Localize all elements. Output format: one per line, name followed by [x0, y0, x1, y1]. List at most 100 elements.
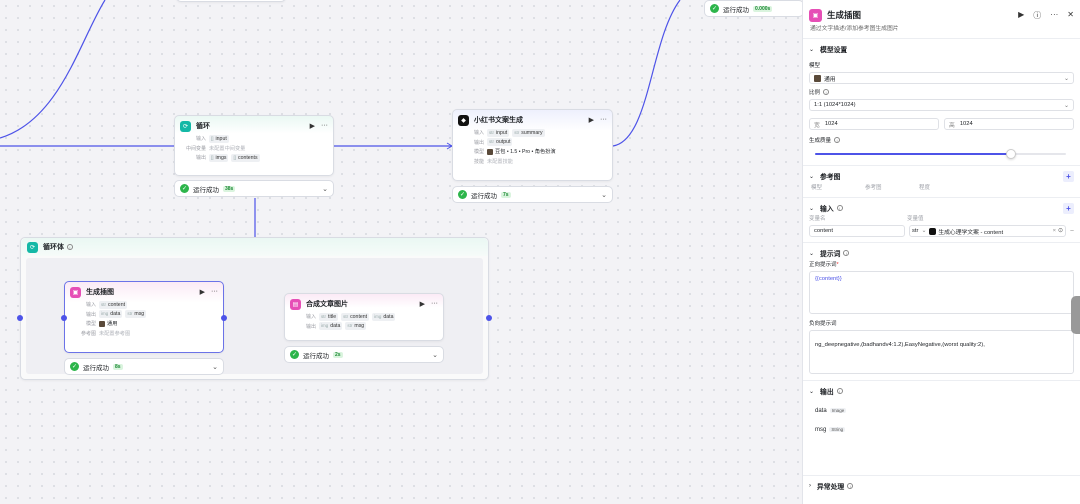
- xhs-run-status[interactable]: ✓ 运行成功 7s ⌄: [452, 186, 613, 203]
- more-icon[interactable]: ···: [431, 300, 438, 308]
- model-section-header[interactable]: ⌄ 模型设置: [809, 39, 1074, 59]
- error-section-header[interactable]: › 异常处理 i: [809, 476, 1074, 496]
- var-value-col: 变量值: [907, 216, 924, 222]
- row-label: 输出: [85, 311, 96, 318]
- loop-body-output-port[interactable]: [486, 315, 492, 321]
- var-tag: str output: [487, 138, 513, 147]
- gen-output-port[interactable]: [221, 315, 227, 321]
- compose-run-status[interactable]: ✓ 运行成功 2s ⌄: [284, 346, 444, 363]
- run-icon[interactable]: ▶: [310, 122, 315, 130]
- partial-node-top[interactable]: [176, 0, 286, 2]
- row-label: 模型: [85, 321, 96, 328]
- more-icon[interactable]: ···: [600, 116, 607, 124]
- success-icon: ✓: [70, 362, 79, 371]
- more-icon[interactable]: ···: [211, 288, 218, 296]
- row-label: 输入: [195, 136, 206, 143]
- var-tag: str summary: [512, 128, 545, 137]
- ref-col-degree: 程度: [919, 185, 931, 191]
- run-icon[interactable]: ▶: [1018, 10, 1024, 21]
- chevron-down-icon[interactable]: ⌄: [322, 185, 328, 193]
- chevron-down-icon[interactable]: ⌄: [601, 191, 607, 199]
- var-tag: img data: [319, 322, 343, 331]
- model-select[interactable]: 通用 ⌄: [809, 72, 1074, 84]
- clear-icon[interactable]: ×: [1053, 228, 1056, 234]
- row-label: 输出: [195, 155, 206, 162]
- output-item: data Image: [815, 401, 1074, 420]
- success-icon: ✓: [290, 350, 299, 359]
- height-input[interactable]: 高 1024: [944, 118, 1074, 130]
- var-tag: str input: [487, 128, 510, 137]
- xhs-copy-node[interactable]: ◆ 小红书文案生成 ▶ ··· 输入 str input str summary 输出 str…: [452, 109, 613, 181]
- negative-prompt-input[interactable]: ng_deepnegative,(badhandv4:1.2),EasyNega…: [809, 330, 1074, 374]
- var-tag: str msg: [345, 322, 367, 331]
- gen-input-port[interactable]: [61, 315, 67, 321]
- node-row: 输入 str input str summary: [453, 128, 612, 138]
- node-row: 输入[] input: [175, 134, 333, 144]
- add-reference-button[interactable]: +: [1063, 170, 1074, 182]
- info-icon[interactable]: i: [847, 483, 854, 489]
- row-label: 模型: [473, 149, 484, 156]
- info-icon[interactable]: i: [836, 388, 843, 394]
- close-icon[interactable]: ✕: [1067, 10, 1074, 21]
- node-row: 模型 通用: [65, 319, 223, 329]
- info-icon[interactable]: i: [843, 250, 850, 256]
- var-name-input[interactable]: content: [809, 225, 905, 237]
- quality-label: 生成质量 i: [809, 136, 1074, 144]
- loop-icon: ⟳: [27, 241, 38, 253]
- loop-node[interactable]: ⟳ 循环 ▶ ··· 输入[] input 中间变量 未配置中间变量 输出[] imgs[]…: [174, 115, 334, 176]
- var-tag: str msg: [125, 310, 147, 319]
- more-icon[interactable]: ···: [321, 122, 328, 130]
- top-run-status[interactable]: ✓ 运行成功 0.000s: [704, 0, 802, 17]
- info-icon[interactable]: i: [823, 89, 830, 95]
- row-label: 输入: [473, 130, 484, 137]
- chevron-down-icon: ⌄: [809, 205, 815, 212]
- info-icon[interactable]: i: [836, 205, 843, 211]
- remove-icon[interactable]: −: [1070, 228, 1074, 235]
- loop-run-status[interactable]: ✓ 运行成功 38s ⌄: [174, 180, 334, 197]
- help-icon[interactable]: ⓘ: [1033, 10, 1041, 21]
- settings-icon[interactable]: ⊙: [1058, 228, 1063, 234]
- loop-body-input-port[interactable]: [17, 315, 23, 321]
- generate-image-node[interactable]: ▣ 生成插图 ▶ ··· 输入 str content 输出 img data str msg 模…: [64, 281, 224, 353]
- edge-top-left: [0, 0, 106, 139]
- compose-image-node[interactable]: ▤ 合成文章图片 ▶ ··· 输入 str title str content img dat…: [284, 293, 444, 341]
- llm-icon: ◆: [458, 114, 469, 126]
- add-input-button[interactable]: +: [1063, 202, 1074, 214]
- var-tag: str title: [319, 312, 339, 321]
- chevron-down-icon: ⌄: [809, 388, 815, 395]
- node-row: 输出 img data str msg: [65, 310, 223, 320]
- info-icon[interactable]: i: [67, 244, 73, 250]
- ratio-label: 比例 i: [809, 88, 1074, 96]
- run-icon[interactable]: ▶: [589, 116, 594, 124]
- quality-slider[interactable]: [815, 147, 1066, 161]
- positive-prompt-input[interactable]: {{content}}: [809, 271, 1074, 314]
- panel-resize-handle[interactable]: [1071, 296, 1080, 334]
- width-input[interactable]: 宽 1024: [809, 118, 939, 130]
- node-row: 输入 str title str content img data: [285, 312, 443, 322]
- chevron-down-icon[interactable]: ⌄: [212, 363, 218, 371]
- var-tag: img data: [99, 310, 123, 319]
- output-type: String: [829, 427, 846, 432]
- var-value-ref[interactable]: str ⌄ 生成心理学文案 - content × ⊙: [909, 225, 1066, 237]
- output-section-header[interactable]: ⌄ 输出 i: [809, 381, 1074, 401]
- output-name: msg: [815, 426, 827, 433]
- success-icon: ✓: [458, 190, 467, 199]
- slider-thumb[interactable]: [1005, 149, 1016, 159]
- chevron-down-icon: ⌄: [1063, 75, 1069, 82]
- row-label: 输入: [305, 314, 316, 321]
- placeholder-text: 未配置中间变量: [209, 145, 246, 152]
- var-type-select[interactable]: str: [912, 228, 918, 234]
- run-icon[interactable]: ▶: [420, 300, 425, 308]
- ref-col-model: 模型: [811, 185, 823, 191]
- panel-title: 生成插图: [827, 10, 862, 20]
- slider-fill: [815, 153, 1011, 155]
- workflow-canvas[interactable]: ✓ 运行成功 0.000s ⟳ 循环 ▶ ··· 输入[] input 中间变量 未配置…: [0, 0, 802, 504]
- more-icon[interactable]: ···: [1050, 10, 1058, 21]
- ratio-select[interactable]: 1:1 (1024*1024) ⌄: [809, 99, 1074, 111]
- model-avatar: [99, 320, 105, 327]
- run-icon[interactable]: ▶: [200, 288, 205, 296]
- gen-run-status[interactable]: ✓ 运行成功 8s ⌄: [64, 358, 224, 375]
- output-name: data: [815, 407, 827, 414]
- chevron-down-icon[interactable]: ⌄: [432, 351, 438, 359]
- info-icon[interactable]: i: [834, 137, 841, 143]
